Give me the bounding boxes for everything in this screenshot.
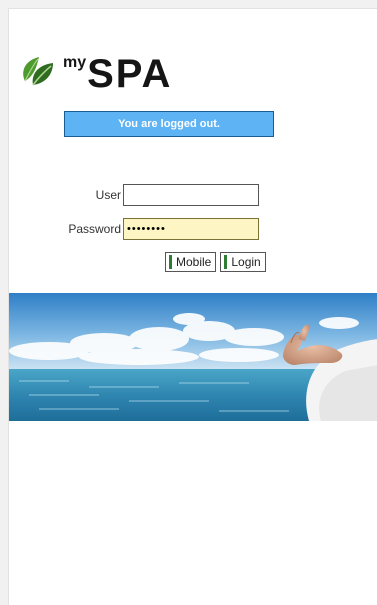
logo-prefix: my [63,54,87,71]
mobile-button-label: Mobile [176,255,212,269]
password-label: Password [68,222,121,236]
password-value: •••••••• [127,223,166,235]
leaf-icon [23,57,53,86]
login-button[interactable]: Login [220,252,266,272]
logout-status-banner: You are logged out. [64,111,274,137]
button-accent-mark [224,255,228,269]
login-page: my SPA You are logged out. User Password… [8,8,377,605]
user-input[interactable] [123,184,259,206]
status-message: You are logged out. [118,118,220,130]
login-button-label: Login [231,255,261,269]
myspa-logo: my SPA [19,51,172,95]
password-row: Password •••••••• [9,218,259,240]
user-label: User [95,188,121,202]
mobile-button[interactable]: Mobile [165,252,217,272]
login-actions: Mobile Login [165,252,270,272]
sea-and-sky-image [9,293,377,421]
button-accent-mark [169,255,172,269]
sea-banner-image [9,293,377,421]
password-input[interactable]: •••••••• [123,218,259,240]
logo-name: SPA [87,52,173,96]
user-row: User [9,184,259,206]
